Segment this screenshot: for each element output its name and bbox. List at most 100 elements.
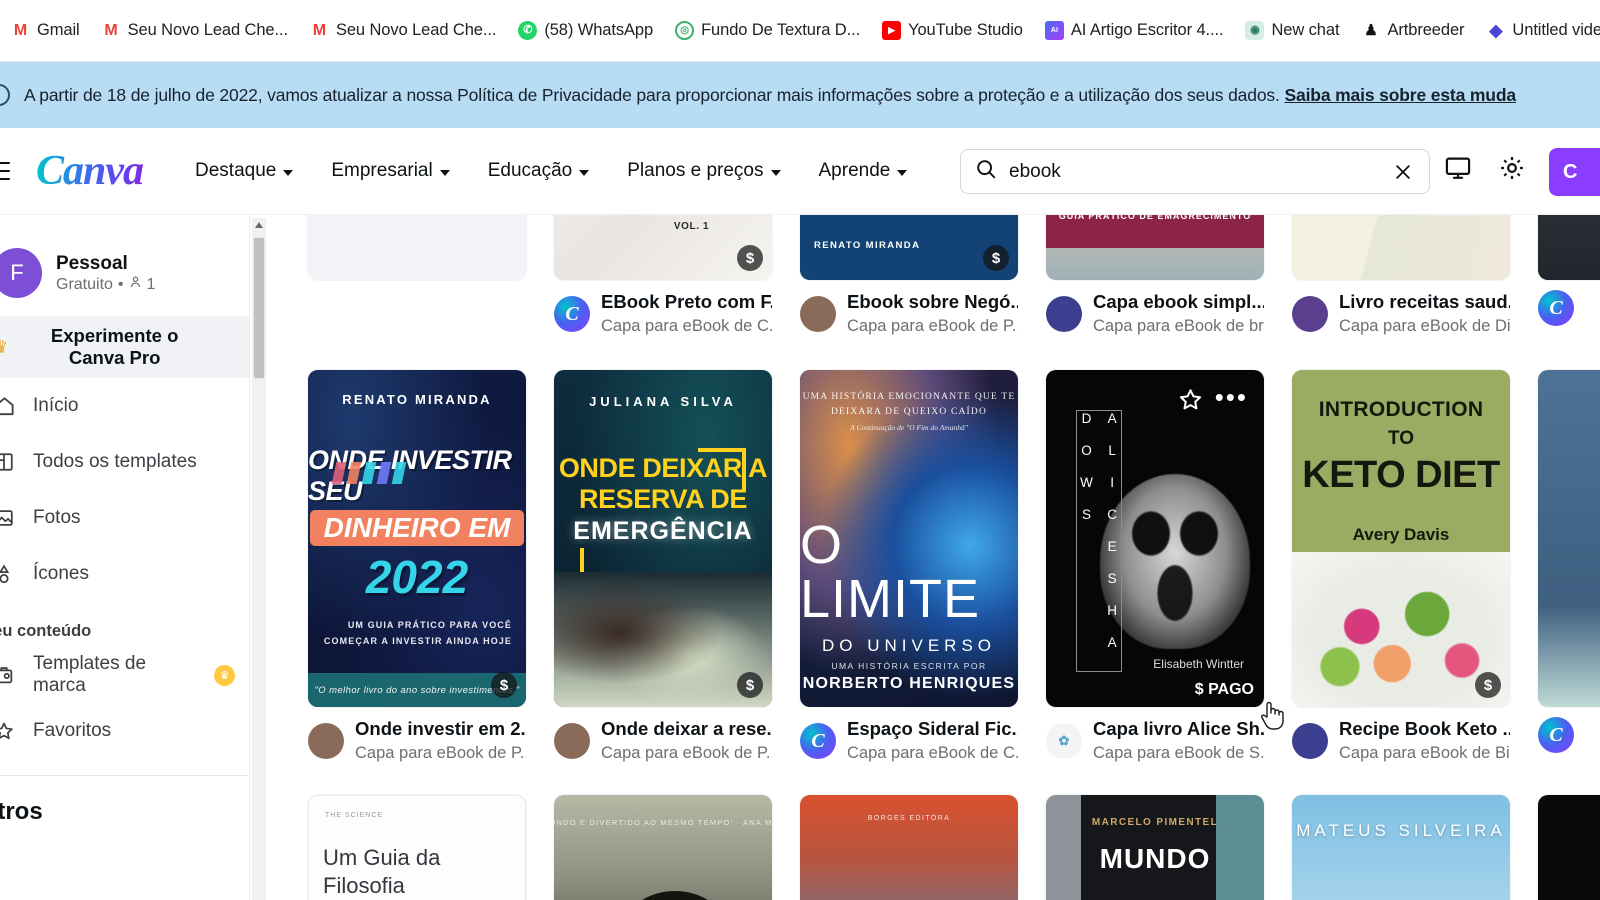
textura-icon: ◎ — [675, 21, 695, 40]
account-switcher[interactable]: F Pessoal Gratuito • 1 — [0, 215, 249, 298]
nav-item-planos-e-precos[interactable]: Planos e preços — [627, 160, 781, 182]
favorite-star-icon[interactable] — [1177, 386, 1204, 418]
template-thumbnail[interactable]: BORGES EDITORA — [800, 795, 1018, 900]
template-thumbnail[interactable]: INTRODUCTION TO KETO DIET Avery Davis $ — [1292, 370, 1510, 707]
search-input[interactable] — [1009, 160, 1393, 183]
sidebar-item-inicio[interactable]: Início — [0, 378, 249, 434]
scroll-up-arrow-icon[interactable] — [255, 222, 263, 228]
hamburger-icon[interactable] — [0, 162, 10, 180]
template-card[interactable]: MATEUS SILVEIRA — [1292, 795, 1510, 900]
gmail-icon: M — [309, 21, 329, 40]
template-title: Capa ebook simpl... — [1093, 291, 1264, 312]
sidebar-item-favoritos[interactable]: Favoritos — [0, 703, 249, 759]
bookmark-item[interactable]: ◎ Fundo De Textura D... — [664, 14, 871, 48]
template-card[interactable] — [308, 215, 526, 280]
search-icon — [975, 158, 997, 185]
sidebar-item-todos-os-templates[interactable]: Todos os templates — [0, 434, 249, 490]
scrollbar-thumb[interactable] — [254, 238, 264, 378]
template-card[interactable] — [1538, 795, 1600, 900]
template-thumbnail[interactable]: MATEUS SILVEIRA — [1292, 795, 1510, 900]
bookmark-item[interactable]: M Seu Novo Lead Che... — [91, 14, 299, 48]
bookmark-item[interactable]: ♟ Artbreeder — [1350, 14, 1475, 48]
template-card[interactable]: JULIANA SILVA ONDE DEIXAR A RESERVA DE E… — [554, 370, 772, 762]
more-options-icon[interactable]: ••• — [1215, 384, 1248, 409]
bookmark-label: YouTube Studio — [908, 21, 1023, 39]
template-card[interactable]: C — [1538, 215, 1600, 326]
home-icon — [0, 394, 16, 418]
template-meta: C — [1538, 290, 1600, 326]
bookmark-item[interactable]: ◆ Untitled video | Lu... — [1475, 14, 1600, 48]
template-title: Livro receitas saud... — [1339, 291, 1510, 312]
template-card[interactable]: BORGES EDITORA — [800, 795, 1018, 900]
bookmark-label: Untitled video | Lu... — [1512, 21, 1600, 39]
cover-author: MARCELO PIMENTEL — [1091, 817, 1219, 828]
create-design-button[interactable]: C — [1549, 148, 1600, 196]
nav-item-aprende[interactable]: Aprende — [819, 160, 908, 182]
close-icon[interactable] — [1393, 162, 1413, 182]
template-meta: C Espaço Sideral Fic... Capa para eBook … — [800, 717, 1018, 765]
nav-item-label: Destaque — [195, 160, 277, 181]
avatar — [554, 723, 590, 760]
template-thumbnail[interactable]: MARCELO PIMENTEL MUNDO — [1046, 795, 1264, 900]
template-thumbnail[interactable]: RENATO MIRANDA ONDE INVESTIR SEU DINHEIR… — [308, 370, 526, 707]
avatar — [1292, 723, 1328, 760]
youtube-icon: ▶ — [882, 21, 902, 40]
template-thumbnail[interactable] — [1538, 795, 1600, 900]
cover-logo-text: BORGES EDITORA — [867, 815, 951, 822]
monitor-icon[interactable] — [1444, 154, 1472, 182]
bookmark-item[interactable]: ▶ YouTube Studio — [871, 14, 1034, 48]
sidebar-item-icones[interactable]: Ícones — [0, 546, 249, 602]
template-meta: C EBook Preto com F... Capa para eBook d… — [554, 290, 772, 338]
sidebar-item-templates-de-marca[interactable]: Templates de marca ♛ — [0, 647, 249, 703]
template-card[interactable]: RENATO MIRANDA ONDE INVESTIR SEU DINHEIR… — [308, 370, 526, 762]
nav-item-destaque[interactable]: Destaque — [195, 160, 294, 182]
template-thumbnail[interactable]: JULIANA SILVA ONDE DEIXAR A RESERVA DE E… — [554, 370, 772, 707]
sidebar-item-label: Templates de marca — [33, 653, 147, 696]
bookmark-item[interactable]: M Seu Novo Lead Che... — [299, 14, 507, 48]
nav-item-educacao[interactable]: Educação — [488, 160, 590, 182]
template-thumbnail[interactable] — [1538, 215, 1600, 280]
template-thumbnail[interactable]: A L I C E S H A D O W S Elisabeth Wintte… — [1046, 370, 1264, 707]
template-thumbnail[interactable]: UMA HISTÓRIA EMOCIONANTE QUE TE DEIXARA … — [800, 370, 1018, 707]
sidebar-item-fotos[interactable]: Fotos — [0, 490, 249, 546]
template-thumbnail[interactable] — [308, 215, 526, 280]
template-card[interactable]: C — [1538, 370, 1600, 753]
template-thumbnail[interactable]: ALIMENTAÇÃO SAU DÁ VEL — [1292, 215, 1510, 280]
nav-item-empresarial[interactable]: Empresarial — [331, 160, 450, 182]
bookmark-item[interactable]: AI AI Artigo Escritor 4.... — [1034, 14, 1235, 48]
template-card[interactable]: THE SCIENCE Um Guia da Filosofia — [308, 795, 526, 900]
template-card[interactable]: MARCELO PIMENTEL MUNDO — [1046, 795, 1264, 900]
account-separator: • — [117, 275, 124, 293]
template-thumbnail[interactable]: RENATO MIRANDA $ — [800, 215, 1018, 280]
privacy-learn-more-link[interactable]: Saiba mais sobre esta muda — [1284, 85, 1516, 105]
template-title: Ebook sobre Negó... — [847, 291, 1018, 312]
template-card[interactable]: INTRODUCTION TO KETO DIET Avery Davis $ … — [1292, 370, 1510, 762]
template-card[interactable]: GUIA PRÁTICO DE EMAGRECIMENTO Capa ebook… — [1046, 215, 1264, 335]
sidebar-scrollbar[interactable] — [252, 218, 266, 900]
template-thumbnail[interactable]: VOL. 1 $ — [554, 215, 772, 280]
gear-icon[interactable] — [1498, 154, 1526, 182]
bookmark-item[interactable]: M Gmail — [0, 14, 91, 48]
bookmark-item[interactable]: ◉ New chat — [1234, 14, 1350, 48]
search-bar[interactable] — [960, 149, 1430, 194]
crown-icon: ♛ — [0, 337, 8, 358]
lumen5-icon: ◆ — [1486, 21, 1506, 40]
try-canva-pro-button[interactable]: ♛ Experimente o Canva Pro — [0, 316, 249, 378]
cover-vertical-title: A L I C E S H A D O W S — [1076, 410, 1122, 672]
decorative-bars — [331, 462, 407, 484]
bookmark-item[interactable]: ✆ (58) WhatsApp — [507, 14, 664, 48]
canva-logo[interactable]: Canva — [36, 150, 144, 192]
template-card[interactable]: RENATO MIRANDA $ Ebook sobre Negó... Cap… — [800, 215, 1018, 335]
cover-author: MATEUS SILVEIRA — [1296, 821, 1506, 840]
template-thumbnail[interactable]: PROFUNDO E DIVERTIDO AO MESMO TEMPO' - A… — [554, 795, 772, 900]
template-card[interactable]: UMA HISTÓRIA EMOCIONANTE QUE TE DEIXARA … — [800, 370, 1018, 762]
template-thumbnail[interactable]: THE SCIENCE Um Guia da Filosofia — [308, 795, 526, 900]
template-thumbnail[interactable] — [1538, 370, 1600, 707]
template-card-hovered[interactable]: A L I C E S H A D O W S Elisabeth Wintte… — [1046, 370, 1264, 762]
template-card[interactable]: VOL. 1 $ C EBook Preto com F... Capa par… — [554, 215, 772, 335]
privacy-banner-text: A partir de 18 de julho de 2022, vamos a… — [24, 85, 1516, 106]
template-thumbnail[interactable]: GUIA PRÁTICO DE EMAGRECIMENTO — [1046, 215, 1264, 280]
template-card[interactable]: ALIMENTAÇÃO SAU DÁ VEL Livro receitas sa… — [1292, 215, 1510, 335]
template-card[interactable]: PROFUNDO E DIVERTIDO AO MESMO TEMPO' - A… — [554, 795, 772, 900]
template-subtitle: Capa para eBook de Di... — [1339, 316, 1510, 335]
